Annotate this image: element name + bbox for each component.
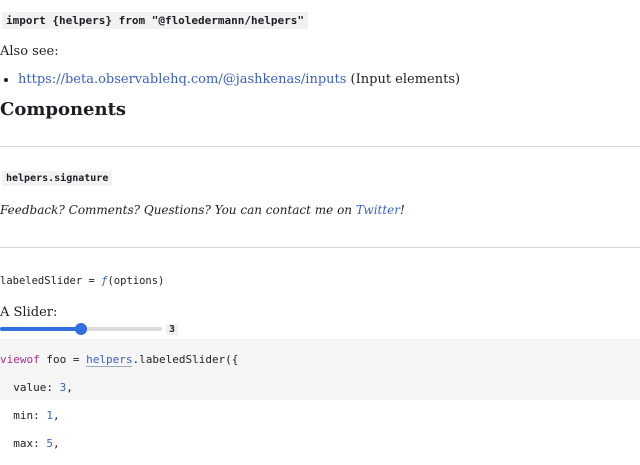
also-see-label: Also see:	[0, 44, 59, 59]
code-text: ,	[52, 409, 60, 422]
import-code: import {helpers} from "@floledermann/hel…	[2, 12, 309, 29]
slider-label: A Slider:	[0, 305, 58, 320]
code-line: max: 5,	[0, 437, 640, 451]
feedback-text: Feedback? Comments? Questions? You can c…	[0, 203, 405, 217]
labeled-slider-signature: labeledSlider = ƒ(options)	[0, 275, 164, 287]
slider-thumb[interactable]	[75, 323, 87, 335]
components-heading: Components	[0, 99, 127, 120]
inputs-link-suffix: (Input elements)	[346, 72, 461, 87]
code-line: min: 1,	[0, 409, 640, 423]
feedback-suffix: !	[400, 203, 405, 217]
code-keyword: viewof	[0, 353, 40, 366]
code-text: .labeledSlider({	[132, 353, 239, 366]
labeled-slider-name: labeledSlider =	[0, 275, 102, 287]
inputs-link[interactable]: https://beta.observablehq.com/@jashkenas…	[18, 72, 346, 87]
cell-divider	[0, 146, 640, 147]
code-text: max:	[0, 437, 47, 450]
code-reference[interactable]: helpers	[86, 353, 133, 367]
labeled-slider-args: (options)	[107, 275, 165, 287]
slider-fill	[0, 327, 81, 331]
code-number: 5	[46, 437, 53, 450]
feedback-prefix: Feedback? Comments? Questions? You can c…	[0, 203, 356, 217]
code-editor[interactable]: viewof foo = helpers.labeledSlider({ val…	[0, 339, 640, 450]
code-line: value: 3,	[0, 381, 640, 395]
list-item: https://beta.observablehq.com/@jashkenas…	[18, 72, 460, 87]
code-text: min:	[0, 409, 47, 422]
code-text: foo =	[39, 353, 87, 366]
twitter-link[interactable]: Twitter	[356, 203, 400, 217]
code-text: value:	[0, 381, 60, 394]
code-number: 1	[46, 409, 53, 422]
code-text: ,	[66, 381, 73, 394]
code-line: viewof foo = helpers.labeledSlider({	[0, 353, 640, 367]
also-see-list: https://beta.observablehq.com/@jashkenas…	[0, 72, 460, 87]
slider-value: 3	[166, 324, 179, 335]
cell-divider	[0, 247, 640, 248]
signature-code: helpers.signature	[2, 171, 113, 186]
code-text: ,	[52, 437, 60, 450]
